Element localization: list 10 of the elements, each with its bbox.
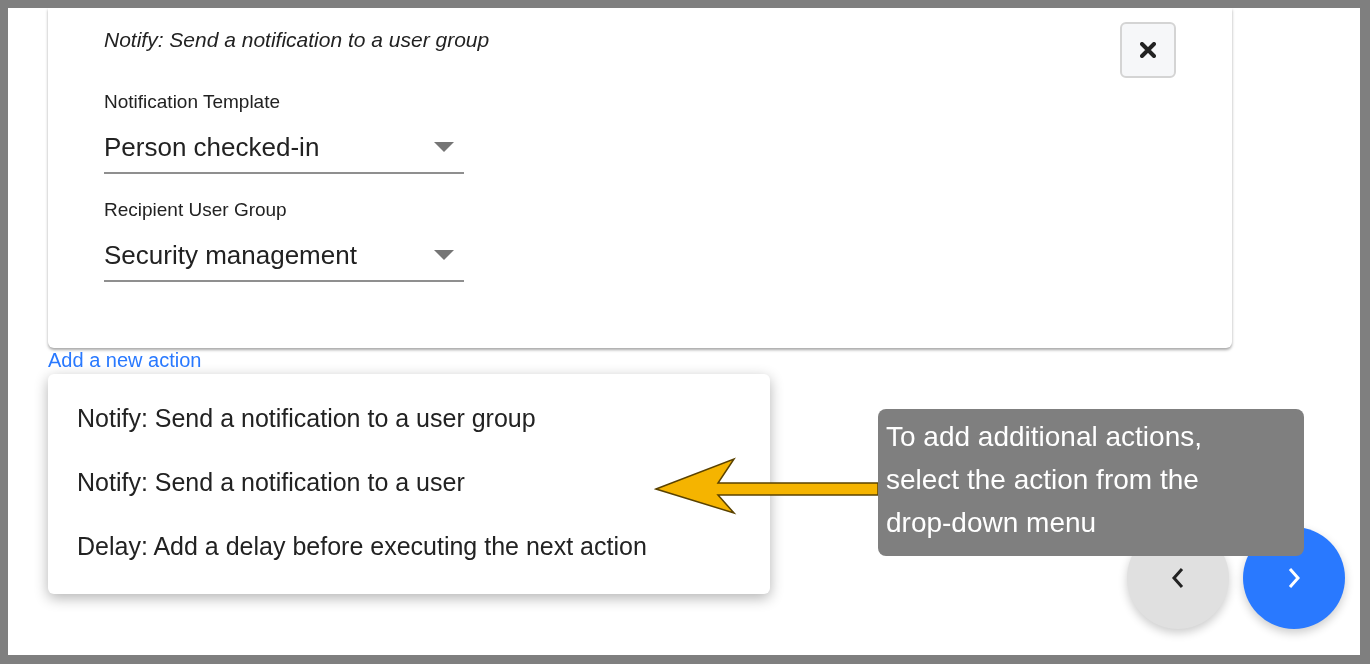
- action-title: Notify: Send a notification to a user group: [104, 27, 490, 53]
- menu-item[interactable]: Notify: Send a notification to a user: [48, 450, 770, 514]
- menu-item[interactable]: Delay: Add a delay before executing the next action: [48, 514, 770, 578]
- callout-tooltip: To add additional actions, select the action from the drop-down menu: [878, 409, 1304, 556]
- menu-item[interactable]: Notify: Send a notification to a user group: [48, 386, 770, 450]
- add-action-link[interactable]: Add a new action: [48, 349, 202, 371]
- dropdown-field[interactable]: Person checked-in: [104, 114, 464, 174]
- field-label: Notification Template: [104, 90, 282, 114]
- field-label: Recipient User Group: [104, 198, 288, 222]
- dropdown-field[interactable]: Security management: [104, 222, 464, 282]
